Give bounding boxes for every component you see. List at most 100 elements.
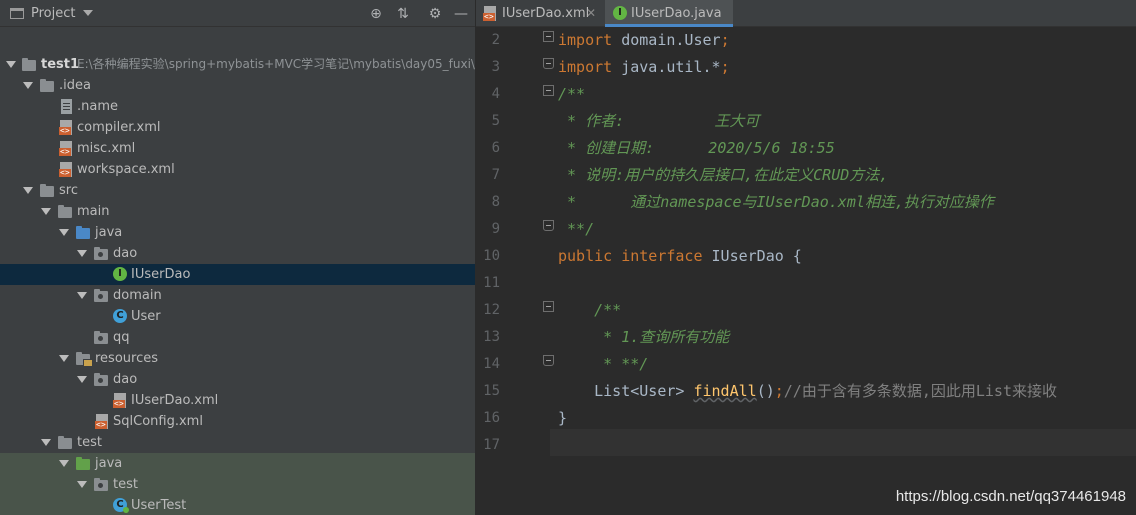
- xml-file-icon: [59, 162, 72, 177]
- tree-item-package[interactable]: dao: [0, 243, 475, 264]
- project-tool-window: Project ⊕ ⇅ ⚙ — test1 E:\各种编程实验\spring+m…: [0, 0, 475, 515]
- tree-item-folder[interactable]: test: [0, 432, 475, 453]
- code-line: **/: [558, 220, 595, 238]
- tree-item-file[interactable]: misc.xml: [0, 138, 475, 159]
- view-selector-chevron-down-icon[interactable]: [83, 10, 94, 16]
- tree-item-folder[interactable]: .idea: [0, 75, 475, 96]
- crosshair-icon[interactable]: ⊕: [368, 6, 384, 22]
- code-line: * 通过namespace与IUserDao.xml相连,执行对应操作: [558, 193, 994, 211]
- line-number: 4: [491, 86, 500, 102]
- tree-item-file[interactable]: IUserDao.xml: [0, 390, 475, 411]
- tree-item-file[interactable]: compiler.xml: [0, 117, 475, 138]
- tree-item-file[interactable]: SqlConfig.xml: [0, 411, 475, 432]
- tree-item-source-folder[interactable]: java: [0, 222, 475, 243]
- tab-iuserdao-xml[interactable]: IUserDao.xml ✕: [476, 0, 602, 27]
- fold-marker-icon[interactable]: [543, 58, 554, 69]
- tree-item-folder[interactable]: main: [0, 201, 475, 222]
- folder-icon: [40, 79, 54, 92]
- interface-icon: I: [113, 267, 127, 281]
- expand-arrow-icon[interactable]: [41, 208, 51, 215]
- code-line: public interface IUserDao {: [558, 247, 802, 265]
- line-number: 8: [491, 194, 500, 210]
- collapse-icon[interactable]: ⇅: [395, 6, 411, 22]
- code-line: }: [558, 409, 568, 427]
- code-line: * 创建日期: 2020/5/6 18:55: [558, 139, 835, 157]
- line-number: 16: [483, 410, 500, 426]
- fold-marker-icon[interactable]: [543, 85, 554, 96]
- tab-iuserdao-java[interactable]: I IUserDao.java: [605, 0, 733, 27]
- tree-item-class[interactable]: C User: [0, 306, 475, 327]
- current-line-highlight: [550, 429, 1136, 456]
- line-number-gutter: 2 3 4 5 6 7 8 9 10 11 12 13 14 15 16 17: [476, 27, 554, 515]
- package-icon: [94, 331, 108, 344]
- expand-arrow-icon[interactable]: [23, 82, 33, 89]
- code-line: /**: [558, 301, 622, 319]
- expand-arrow-icon[interactable]: [59, 460, 69, 467]
- tree-item-label: IUserDao.xml: [131, 393, 219, 408]
- editor-tab-bar: IUserDao.xml ✕ I IUserDao.java: [476, 0, 1136, 27]
- project-view-title[interactable]: Project: [31, 6, 75, 21]
- code-line: List<User> findAll();//由于含有多条数据,因此用List来…: [558, 382, 1057, 400]
- line-number: 2: [491, 32, 500, 48]
- tree-item-package[interactable]: test: [0, 474, 475, 495]
- tree-item-label: User: [131, 309, 161, 324]
- tree-item-package[interactable]: dao: [0, 369, 475, 390]
- xml-file-icon: [59, 141, 72, 156]
- expand-arrow-icon[interactable]: [23, 187, 33, 194]
- source-folder-icon: [76, 226, 90, 239]
- tree-item-test-source-folder[interactable]: java: [0, 453, 475, 474]
- tree-item-folder[interactable]: src: [0, 180, 475, 201]
- expand-arrow-icon[interactable]: [77, 250, 87, 257]
- code-line: import domain.User;: [558, 31, 730, 49]
- minimize-icon[interactable]: —: [453, 6, 469, 22]
- editor-area: IUserDao.xml ✕ I IUserDao.java 2 3 4 5 6…: [476, 0, 1136, 515]
- module-path: E:\各种编程实验\spring+mybatis+MVC学习笔记\mybatis…: [77, 57, 475, 71]
- code-editor[interactable]: 2 3 4 5 6 7 8 9 10 11 12 13 14 15 16 17 …: [476, 27, 1136, 515]
- tree-item-label: java: [95, 456, 123, 471]
- tree-item-label: IUserDao: [131, 267, 191, 282]
- code-line: * 作者: 王大可: [558, 112, 760, 130]
- expand-arrow-icon[interactable]: [6, 61, 16, 68]
- tree-item-label: resources: [95, 351, 159, 366]
- tab-label: IUserDao.java: [631, 6, 722, 21]
- tree-item-package[interactable]: domain: [0, 285, 475, 306]
- expand-arrow-icon[interactable]: [77, 481, 87, 488]
- tree-item-package[interactable]: qq: [0, 327, 475, 348]
- project-window-icon: [10, 7, 24, 19]
- tree-item-module[interactable]: test1 E:\各种编程实验\spring+mybatis+MVC学习笔记\m…: [0, 54, 475, 75]
- gear-icon[interactable]: ⚙: [427, 6, 443, 22]
- expand-arrow-icon[interactable]: [59, 229, 69, 236]
- tree-item-resources-folder[interactable]: resources: [0, 348, 475, 369]
- line-number: 7: [491, 167, 500, 183]
- module-folder-icon: [22, 58, 36, 71]
- class-icon: C: [113, 309, 127, 323]
- tree-item-label: compiler.xml: [77, 120, 161, 135]
- tree-item-file[interactable]: .name: [0, 96, 475, 117]
- fold-marker-icon[interactable]: [543, 220, 554, 231]
- tree-item-label: qq: [113, 330, 130, 345]
- close-icon[interactable]: ✕: [586, 0, 596, 27]
- tree-item-label: workspace.xml: [77, 162, 175, 177]
- project-panel-header: Project ⊕ ⇅ ⚙ —: [0, 0, 475, 27]
- code-line: * **/: [558, 355, 649, 373]
- tree-item-interface[interactable]: I IUserDao: [0, 264, 475, 285]
- line-number: 9: [491, 221, 500, 237]
- line-number: 3: [491, 59, 500, 75]
- tree-item-test-class[interactable]: C UserTest: [0, 495, 475, 515]
- tree-item-file[interactable]: workspace.xml: [0, 159, 475, 180]
- fold-marker-icon[interactable]: [543, 355, 554, 366]
- line-number: 14: [483, 356, 500, 372]
- test-source-folder-icon: [76, 457, 90, 470]
- folder-icon: [40, 184, 54, 197]
- expand-arrow-icon[interactable]: [41, 439, 51, 446]
- expand-arrow-icon[interactable]: [77, 376, 87, 383]
- xml-file-icon: [113, 393, 126, 408]
- line-number: 17: [483, 437, 500, 453]
- fold-marker-icon[interactable]: [543, 31, 554, 42]
- expand-arrow-icon[interactable]: [77, 292, 87, 299]
- expand-arrow-icon[interactable]: [59, 355, 69, 362]
- line-number: 13: [483, 329, 500, 345]
- fold-marker-icon[interactable]: [543, 301, 554, 312]
- tree-item-label: test: [113, 477, 138, 492]
- xml-file-icon: [59, 120, 72, 135]
